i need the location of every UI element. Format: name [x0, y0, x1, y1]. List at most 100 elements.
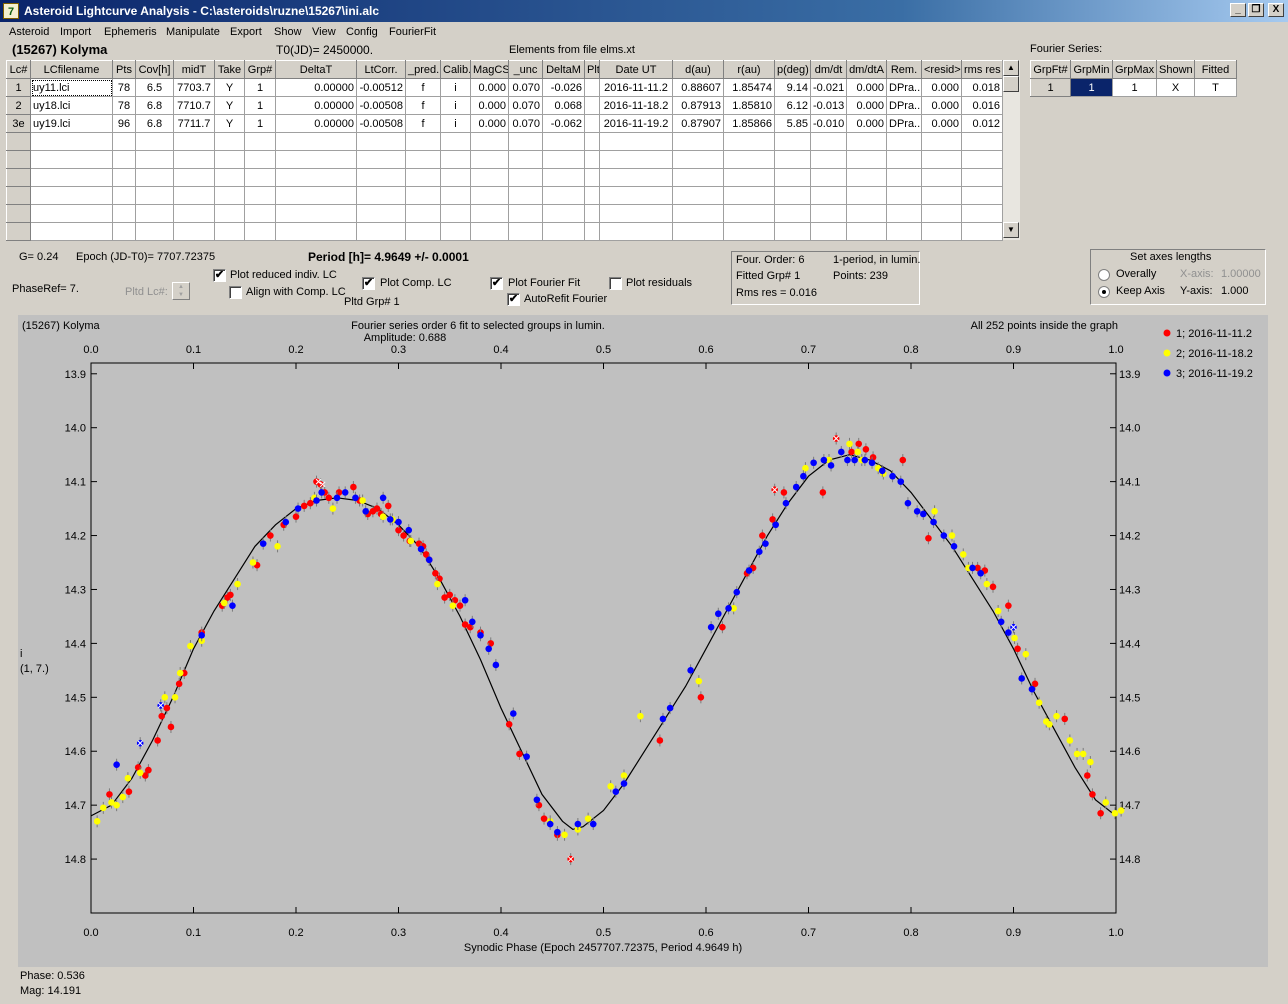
lightcurve-table[interactable]: Lc# LCfilename Pts Cov[h] midT Take Grp# DeltaT…: [6, 60, 1003, 241]
table-cell[interactable]: [961, 204, 1003, 223]
table-row[interactable]: [6, 150, 1003, 169]
table-cell[interactable]: [921, 222, 962, 241]
table-cell[interactable]: [470, 222, 509, 241]
table-row[interactable]: 1 uy11.lci 78 6.5 7703.7 Y 1 0.00000 -0.00512 f i 0…: [6, 78, 1003, 97]
table-cell[interactable]: [508, 186, 543, 205]
table-cell[interactable]: [508, 132, 543, 151]
table-cell[interactable]: [135, 222, 174, 241]
table-cell[interactable]: [584, 204, 600, 223]
menu-ephemeris[interactable]: Ephemeris: [104, 26, 157, 38]
table-cell[interactable]: [961, 168, 1003, 187]
table-cell[interactable]: [774, 222, 811, 241]
plot-reduced-checkbox[interactable]: ✔: [213, 269, 226, 282]
table-cell[interactable]: [599, 186, 673, 205]
table-cell[interactable]: [584, 168, 600, 187]
column-header[interactable]: dm/dt: [810, 60, 847, 79]
table-cell[interactable]: -0.00508: [356, 96, 406, 115]
table-cell[interactable]: [886, 150, 922, 169]
table-cell[interactable]: 0.87913: [672, 96, 724, 115]
table-cell[interactable]: [961, 186, 1003, 205]
table-cell[interactable]: 0.018: [961, 78, 1003, 97]
scroll-down-icon[interactable]: ▼: [1003, 222, 1019, 238]
column-header[interactable]: GrpFt#: [1030, 60, 1071, 79]
table-cell[interactable]: 0.000: [470, 114, 509, 133]
table-cell[interactable]: [244, 186, 276, 205]
table-cell[interactable]: [470, 132, 509, 151]
table-cell[interactable]: [810, 132, 847, 151]
menu-manipulate[interactable]: Manipulate: [166, 26, 220, 38]
table-cell[interactable]: 2016-11-18.2: [599, 96, 673, 115]
table-cell[interactable]: [112, 186, 136, 205]
table-cell[interactable]: [886, 222, 922, 241]
table-cell[interactable]: [810, 168, 847, 187]
menu-view[interactable]: View: [312, 26, 336, 38]
table-cell[interactable]: 6.8: [135, 114, 174, 133]
table-cell[interactable]: [961, 222, 1003, 241]
table-cell[interactable]: [112, 222, 136, 241]
restore-button[interactable]: ❐: [1248, 3, 1264, 17]
table-cell[interactable]: [356, 222, 406, 241]
table-cell[interactable]: [599, 150, 673, 169]
table-cell[interactable]: [173, 132, 215, 151]
table-cell[interactable]: [173, 150, 215, 169]
table-cell[interactable]: [584, 96, 600, 115]
table-cell[interactable]: [405, 168, 441, 187]
table-cell[interactable]: [244, 204, 276, 223]
table-cell[interactable]: 0.00000: [275, 114, 357, 133]
table-cell[interactable]: [214, 150, 245, 169]
table-cell[interactable]: [672, 132, 724, 151]
table-cell[interactable]: 1: [6, 78, 31, 97]
table-cell[interactable]: [6, 204, 31, 223]
table-cell[interactable]: 1.85866: [723, 114, 775, 133]
table-cell[interactable]: [214, 132, 245, 151]
table-cell[interactable]: [214, 204, 245, 223]
column-header[interactable]: p(deg): [774, 60, 811, 79]
table-cell[interactable]: [723, 168, 775, 187]
y-axis-value[interactable]: 1.000: [1221, 285, 1249, 297]
table-cell[interactable]: [470, 168, 509, 187]
table-cell[interactable]: [275, 168, 357, 187]
table-cell[interactable]: [173, 222, 215, 241]
table-cell[interactable]: 0.000: [921, 78, 962, 97]
column-header[interactable]: Fitted: [1194, 60, 1237, 79]
table-cell[interactable]: 6.5: [135, 78, 174, 97]
table-cell[interactable]: 6.12: [774, 96, 811, 115]
column-header[interactable]: Grp#: [244, 60, 276, 79]
autorefit-checkbox[interactable]: ✔: [507, 293, 520, 306]
table-cell[interactable]: [886, 204, 922, 223]
table-cell[interactable]: [244, 168, 276, 187]
table-cell[interactable]: [440, 150, 471, 169]
table-cell[interactable]: 1: [244, 114, 276, 133]
table-cell[interactable]: [356, 204, 406, 223]
table-cell[interactable]: [508, 150, 543, 169]
table-cell[interactable]: [275, 204, 357, 223]
table-cell[interactable]: [672, 186, 724, 205]
table-cell[interactable]: [112, 132, 136, 151]
column-header[interactable]: MagCS: [470, 60, 509, 79]
table-cell[interactable]: [356, 132, 406, 151]
column-header[interactable]: Calib.: [440, 60, 471, 79]
table-cell[interactable]: [774, 168, 811, 187]
table-cell[interactable]: [672, 168, 724, 187]
table-cell[interactable]: [584, 222, 600, 241]
table-cell[interactable]: 6.8: [135, 96, 174, 115]
table-cell[interactable]: 9.14: [774, 78, 811, 97]
table-cell[interactable]: 0.012: [961, 114, 1003, 133]
table-cell[interactable]: [723, 222, 775, 241]
table-cell[interactable]: [921, 150, 962, 169]
plot-fourier-checkbox[interactable]: ✔: [490, 277, 503, 290]
scroll-up-icon[interactable]: ▲: [1003, 60, 1019, 76]
table-cell[interactable]: [214, 222, 245, 241]
table-cell[interactable]: [112, 168, 136, 187]
table-cell[interactable]: [6, 186, 31, 205]
table-cell[interactable]: [470, 204, 509, 223]
app-icon[interactable]: 7: [3, 3, 19, 19]
table-cell[interactable]: [405, 132, 441, 151]
table-cell[interactable]: [921, 186, 962, 205]
table-cell[interactable]: 1: [1030, 78, 1071, 97]
table-cell[interactable]: [886, 168, 922, 187]
table-cell[interactable]: 1: [244, 78, 276, 97]
column-header[interactable]: Cov[h]: [135, 60, 174, 79]
table-cell[interactable]: f: [405, 96, 441, 115]
table-cell[interactable]: [440, 204, 471, 223]
